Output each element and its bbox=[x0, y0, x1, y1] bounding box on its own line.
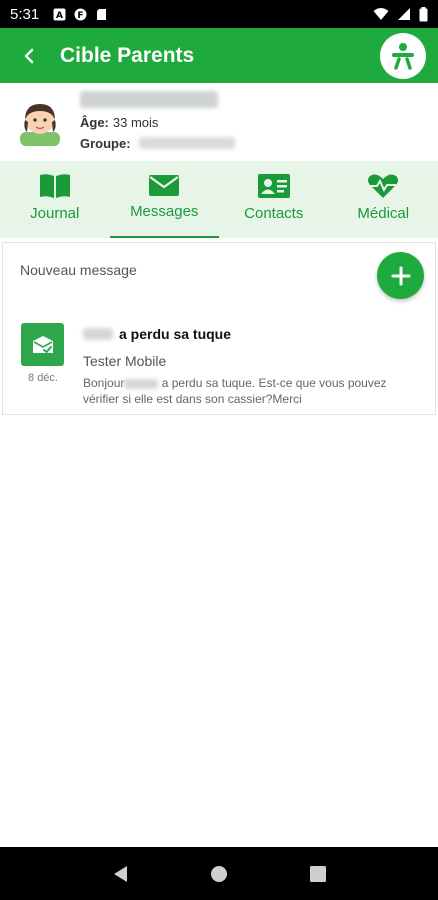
messages-card: Nouveau message 8 déc. a perdu sa tuque … bbox=[2, 242, 436, 415]
svg-text:A: A bbox=[56, 11, 63, 21]
envelope-icon bbox=[149, 175, 180, 196]
child-group-row: Groupe: bbox=[80, 133, 235, 154]
app-title: Cible Parents bbox=[60, 43, 195, 67]
notification-icons: A F bbox=[53, 8, 108, 21]
notification-f-icon: F bbox=[74, 8, 87, 21]
nav-recents-button[interactable] bbox=[298, 854, 338, 894]
battery-icon bbox=[419, 6, 428, 21]
system-navigation-bar bbox=[0, 847, 438, 900]
nav-home-icon bbox=[210, 865, 227, 882]
child-age-row: Âge: 33 mois bbox=[80, 112, 235, 133]
tab-messages[interactable]: Messages bbox=[109, 161, 220, 238]
group-label: Groupe: bbox=[80, 135, 131, 151]
arrow-back-icon bbox=[24, 48, 34, 63]
message-read-icon bbox=[21, 323, 64, 366]
group-value-redacted bbox=[138, 137, 235, 149]
preview-prefix: Bonjour bbox=[83, 376, 125, 390]
new-message-button[interactable] bbox=[377, 252, 424, 299]
nav-recents-icon bbox=[310, 865, 327, 882]
age-value: 33 mois bbox=[112, 114, 159, 130]
message-preview: Bonjour a perdu sa tuque. Est-ce que vou… bbox=[83, 375, 419, 407]
app-logo-button[interactable] bbox=[380, 33, 426, 79]
new-message-label: Nouveau message bbox=[20, 262, 137, 278]
child-header: Âge: 33 mois Groupe: bbox=[0, 83, 438, 161]
message-subject-text: a perdu sa tuque bbox=[119, 326, 232, 342]
nav-back-icon bbox=[113, 865, 127, 882]
notification-a-icon: A bbox=[53, 8, 66, 21]
tab-medical-label: Médical bbox=[357, 205, 410, 222]
age-label: Âge: bbox=[80, 114, 109, 130]
plus-icon bbox=[391, 266, 410, 285]
child-avatar bbox=[20, 104, 60, 146]
tab-journal[interactable]: Journal bbox=[0, 161, 110, 238]
message-date: 8 déc. bbox=[28, 372, 58, 384]
nav-back-button[interactable] bbox=[100, 854, 140, 894]
heartbeat-icon bbox=[368, 174, 399, 198]
book-icon bbox=[39, 174, 70, 198]
preview-name-redacted bbox=[124, 378, 159, 389]
tab-messages-label: Messages bbox=[130, 203, 199, 220]
system-icons bbox=[373, 6, 428, 22]
message-subject: a perdu sa tuque bbox=[83, 326, 231, 342]
cible-logo-icon bbox=[392, 43, 414, 70]
signal-icon bbox=[398, 8, 410, 20]
message-list-item[interactable]: 8 déc. a perdu sa tuque Tester Mobile Bo… bbox=[3, 317, 435, 413]
contact-card-icon bbox=[257, 174, 290, 198]
child-name-redacted bbox=[80, 90, 218, 108]
tab-contacts[interactable]: Contacts bbox=[219, 161, 329, 238]
svg-text:F: F bbox=[78, 11, 84, 21]
tab-journal-label: Journal bbox=[30, 205, 80, 222]
envelope-check-icon bbox=[32, 335, 53, 353]
tab-contacts-label: Contacts bbox=[244, 205, 304, 222]
tab-medical[interactable]: Médical bbox=[329, 161, 438, 238]
child-info: Âge: 33 mois Groupe: bbox=[80, 90, 235, 154]
message-sender: Tester Mobile bbox=[83, 353, 167, 369]
sd-card-icon bbox=[97, 8, 107, 20]
subject-name-redacted bbox=[83, 328, 113, 340]
back-button[interactable] bbox=[0, 28, 60, 83]
status-bar: 5:31 A F bbox=[0, 0, 438, 28]
nav-home-button[interactable] bbox=[199, 854, 239, 894]
tab-bar: Journal Messages Contacts Médical bbox=[0, 161, 438, 238]
wifi-icon bbox=[373, 8, 389, 20]
app-bar: Cible Parents bbox=[0, 28, 438, 83]
status-time: 5:31 bbox=[10, 5, 40, 23]
